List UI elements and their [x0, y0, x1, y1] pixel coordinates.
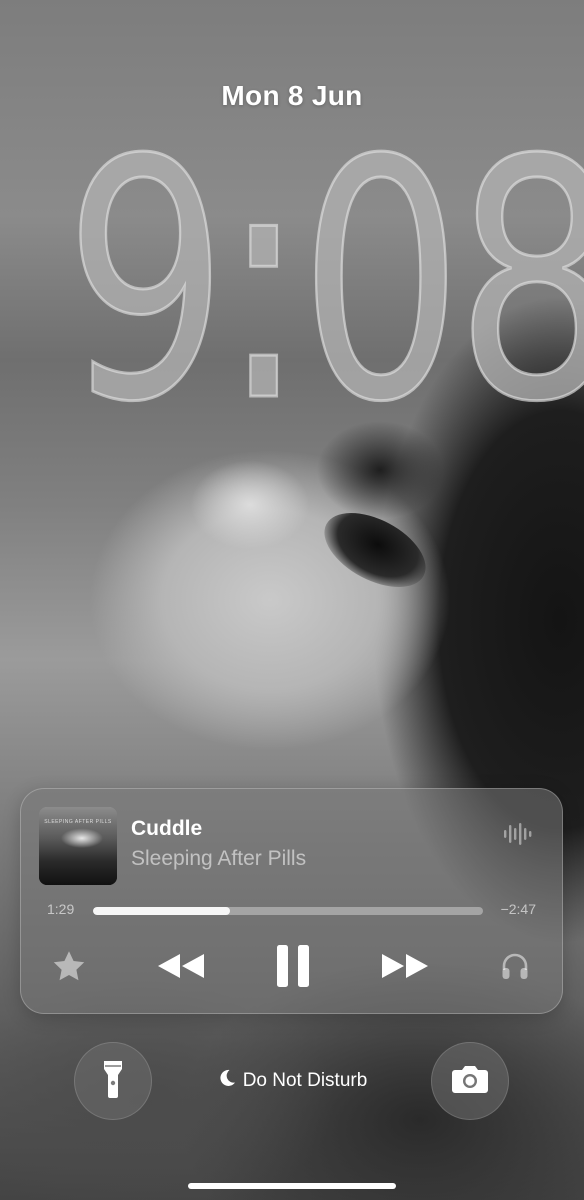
camera-button[interactable] — [431, 1042, 509, 1120]
star-icon[interactable] — [49, 941, 89, 991]
lock-clock: 9:08 — [63, 90, 584, 474]
focus-mode-label: Do Not Disturb — [242, 1070, 368, 1091]
home-indicator[interactable] — [188, 1183, 396, 1189]
backward-icon[interactable] — [151, 941, 211, 991]
playback-controls — [21, 941, 562, 991]
song-artist: Sleeping After Pills — [131, 847, 307, 870]
elapsed-time: 1:29 — [47, 901, 75, 917]
lock-screen: Mon 8 Jun 9:08 SLEEPING AFTER PILLS Cudd… — [0, 0, 584, 1200]
moon-icon — [217, 1068, 237, 1094]
wallpaper-shadow — [312, 497, 438, 603]
headphones-icon[interactable] — [495, 941, 535, 991]
song-title: Cuddle — [131, 817, 203, 840]
playback-scrubber[interactable] — [93, 907, 483, 915]
camera-icon — [451, 1064, 489, 1099]
artwork-caption: SLEEPING AFTER PILLS — [44, 819, 112, 825]
pause-icon[interactable] — [269, 941, 317, 991]
playback-progress — [93, 907, 230, 915]
album-artwork[interactable]: SLEEPING AFTER PILLS — [39, 807, 117, 885]
waveform-icon[interactable] — [502, 819, 532, 849]
forward-icon[interactable] — [375, 941, 435, 991]
now-playing-widget[interactable]: SLEEPING AFTER PILLS Cuddle Sleeping Aft… — [20, 788, 563, 1014]
remaining-time: −2:47 — [500, 901, 536, 917]
